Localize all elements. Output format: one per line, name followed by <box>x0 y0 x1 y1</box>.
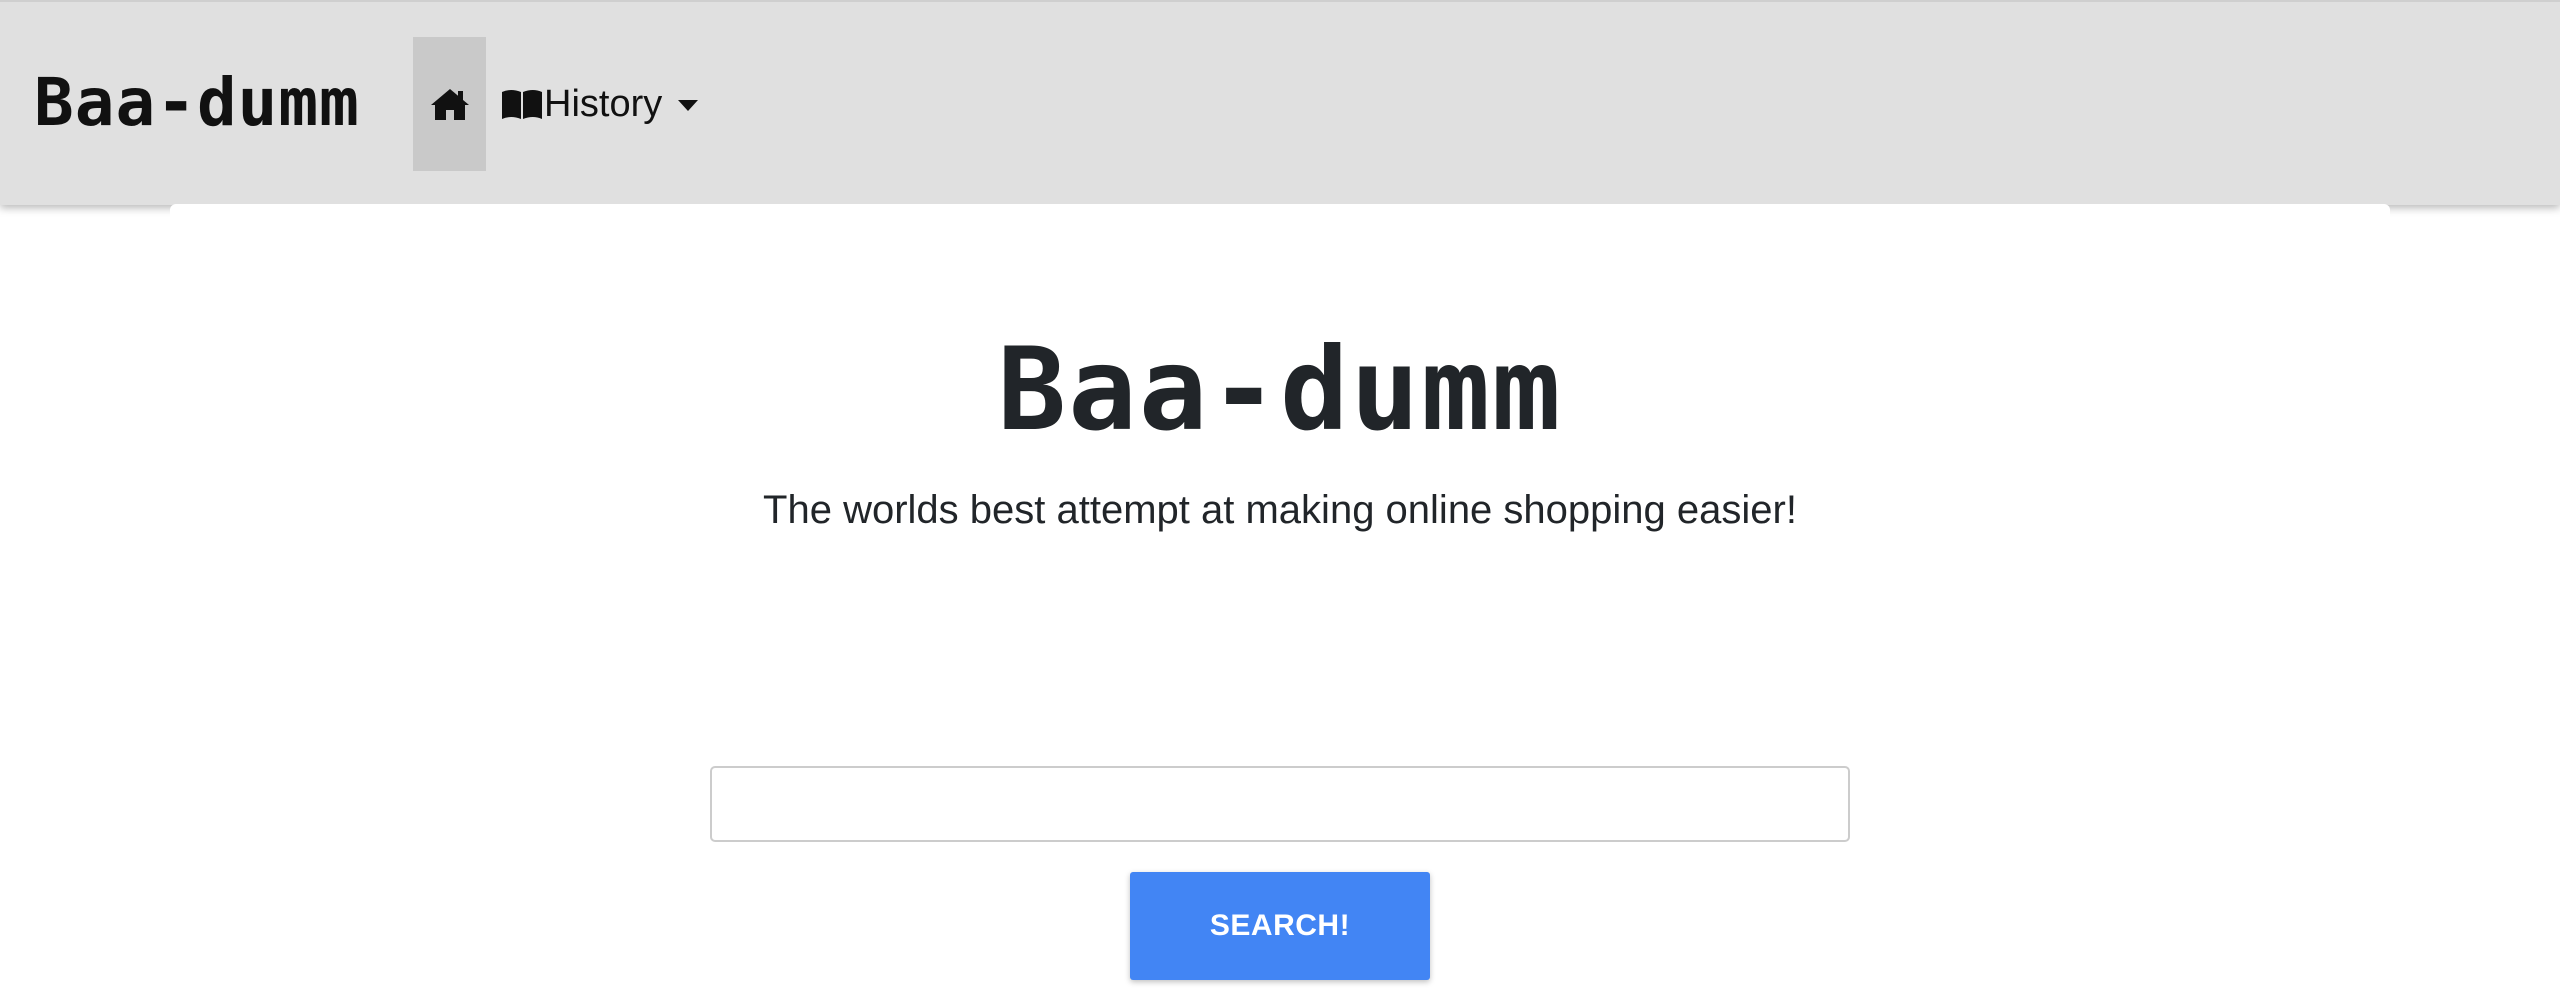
book-icon <box>502 90 542 119</box>
search-input[interactable] <box>710 766 1850 842</box>
page-subtitle: The worlds best attempt at making online… <box>763 488 1797 532</box>
page-title: Baa-dumm <box>997 323 1563 456</box>
navbar: Baa-dumm History <box>0 0 2560 205</box>
nav-history-label: History <box>544 83 663 125</box>
nav-home-button[interactable] <box>413 37 486 171</box>
brand-logo[interactable]: Baa-dumm <box>34 68 360 138</box>
search-button[interactable]: SEARCH! <box>1130 872 1430 980</box>
main-container: Baa-dumm The worlds best attempt at maki… <box>170 204 2390 1000</box>
caret-down-icon <box>678 99 699 111</box>
home-icon <box>430 89 469 120</box>
nav-history-dropdown[interactable]: History <box>500 72 699 136</box>
